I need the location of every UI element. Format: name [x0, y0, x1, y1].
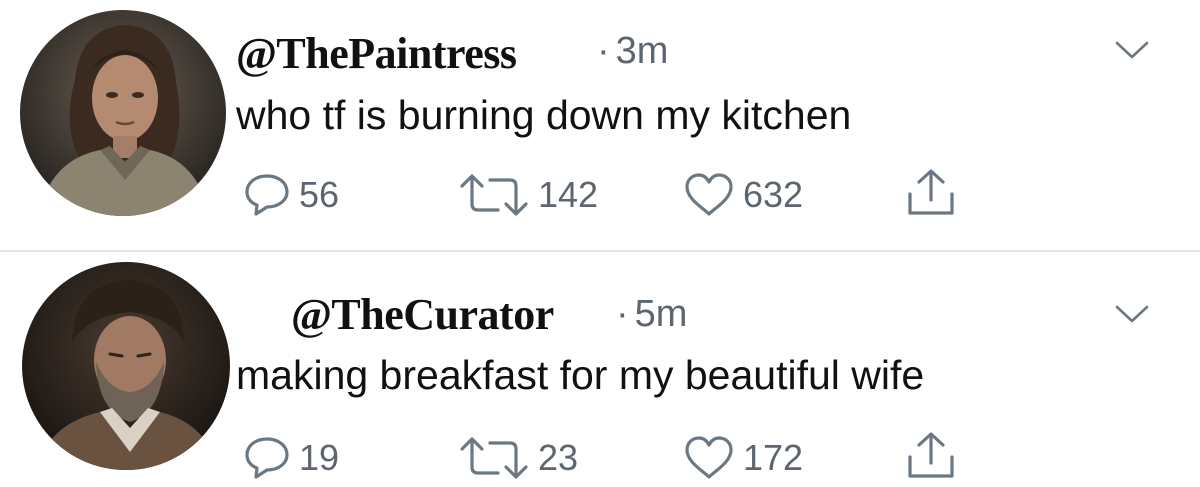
avatar[interactable] [20, 10, 226, 216]
chevron-down-icon[interactable] [1114, 302, 1150, 326]
heart-icon [685, 173, 733, 216]
heart-icon [685, 436, 733, 479]
speech-bubble-icon [245, 174, 289, 216]
reply-count: 19 [299, 437, 340, 478]
tweet[interactable]: @TheCurator · 5m making breakfast for my … [0, 252, 1200, 487]
tweet-text: making breakfast for my beautiful wife [236, 352, 925, 398]
timestamp-value: 5m [634, 293, 688, 335]
reply-button[interactable]: 56 [243, 170, 339, 220]
timestamp-value: 3m [615, 30, 669, 72]
timestamp[interactable]: · 3m [597, 30, 668, 73]
avatar[interactable] [22, 262, 230, 470]
like-count: 632 [743, 174, 804, 215]
like-count: 172 [743, 437, 804, 478]
username-handle[interactable]: @ThePaintress [236, 28, 517, 79]
timestamp[interactable]: · 5m [616, 293, 687, 336]
share-upload-icon [908, 169, 954, 215]
retweet-button[interactable]: 142 [458, 170, 598, 220]
retweet-arrows-icon [460, 437, 528, 479]
retweet-count: 23 [538, 437, 579, 478]
retweet-button[interactable]: 23 [458, 433, 578, 483]
avatar-portrait-woman [20, 10, 226, 216]
reply-count: 56 [299, 174, 340, 215]
share-upload-icon [908, 432, 954, 478]
like-button[interactable]: 632 [683, 170, 803, 220]
tweet[interactable]: @ThePaintress · 3m who tf is burning down… [0, 0, 1200, 250]
share-button[interactable] [905, 168, 957, 218]
like-button[interactable]: 172 [683, 433, 803, 483]
tweet-text: who tf is burning down my kitchen [236, 92, 852, 138]
avatar-portrait-man [22, 262, 230, 470]
separator-dot: · [616, 293, 629, 335]
share-button[interactable] [905, 431, 957, 481]
retweet-count: 142 [538, 174, 599, 215]
username-handle[interactable]: @TheCurator [291, 289, 554, 340]
separator-dot: · [597, 30, 610, 72]
chevron-down-icon[interactable] [1114, 38, 1150, 62]
retweet-arrows-icon [460, 174, 528, 216]
speech-bubble-icon [245, 437, 289, 479]
reply-button[interactable]: 19 [243, 433, 339, 483]
